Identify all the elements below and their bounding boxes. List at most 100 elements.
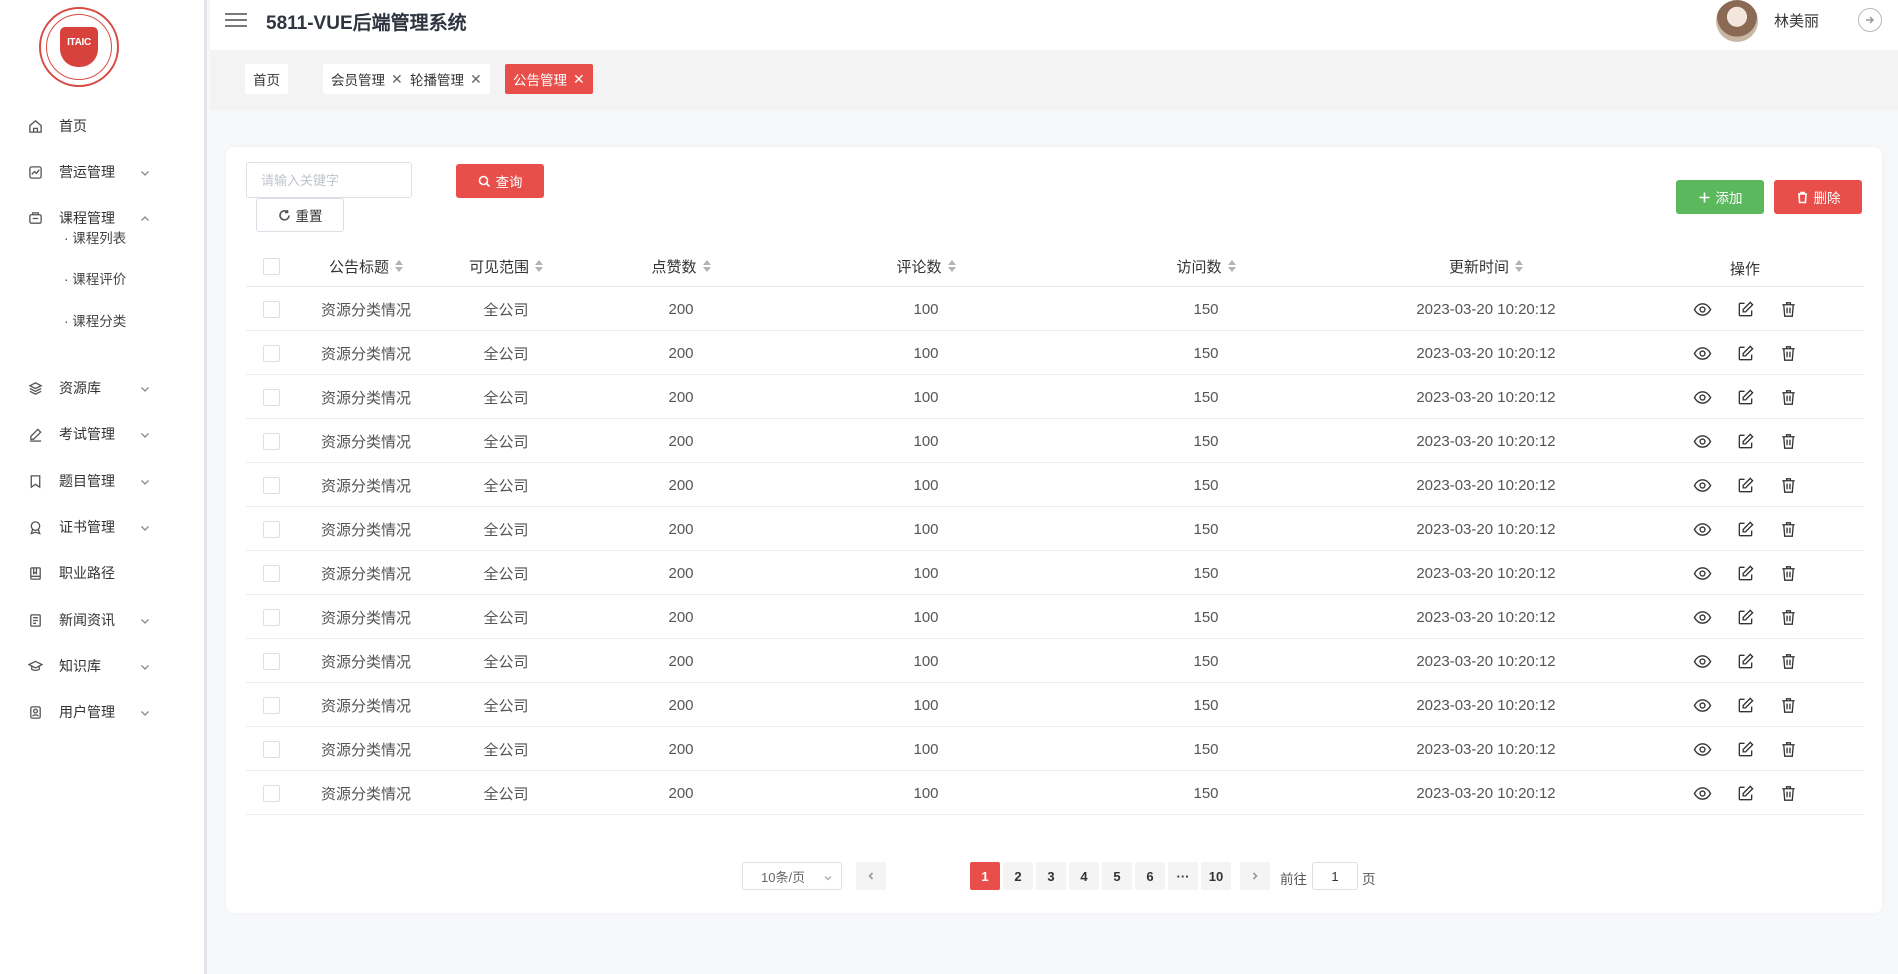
page-button[interactable]: 5 [1102,862,1132,890]
page-ellipsis[interactable]: ··· [1168,862,1198,890]
view-eye-icon[interactable] [1691,386,1713,408]
trash-icon[interactable] [1777,606,1799,628]
tab-1[interactable]: 会员管理 ✕ [323,64,411,94]
close-icon[interactable]: ✕ [391,71,403,88]
view-eye-icon[interactable] [1691,342,1713,364]
table-row[interactable]: 资源分类情况 全公司 200 100 150 2023-03-20 10:20:12 [246,595,1864,639]
view-eye-icon[interactable] [1691,650,1713,672]
view-eye-icon[interactable] [1691,738,1713,760]
row-checkbox[interactable] [262,652,280,670]
view-eye-icon[interactable] [1691,606,1713,628]
edit-icon[interactable] [1734,606,1756,628]
tab-0[interactable]: 首页 [245,64,288,94]
sort-icon[interactable] [1515,260,1523,272]
edit-icon[interactable] [1734,386,1756,408]
view-eye-icon[interactable] [1691,518,1713,540]
table-row[interactable]: 资源分类情况 全公司 200 100 150 2023-03-20 10:20:12 [246,287,1864,331]
row-checkbox[interactable] [262,784,280,802]
table-row[interactable]: 资源分类情况 全公司 200 100 150 2023-03-20 10:20:12 [246,507,1864,551]
view-eye-icon[interactable] [1691,782,1713,804]
header-visits[interactable]: 访问数 [1066,245,1346,287]
add-button[interactable]: 添加 [1676,180,1764,214]
page-size-select[interactable]: 10条/页 [742,862,842,890]
sidebar-item-4[interactable]: 考试管理 [0,410,204,458]
edit-icon[interactable] [1734,430,1756,452]
sort-icon[interactable] [1227,260,1236,272]
select-all-checkbox[interactable] [262,257,280,275]
header-likes[interactable]: 点赞数 [576,245,786,287]
trash-icon[interactable] [1777,298,1799,320]
page-button[interactable]: 10 [1201,862,1231,890]
row-checkbox[interactable] [262,388,280,406]
table-row[interactable]: 资源分类情况 全公司 200 100 150 2023-03-20 10:20:12 [246,419,1864,463]
edit-icon[interactable] [1734,694,1756,716]
table-row[interactable]: 资源分类情况 全公司 200 100 150 2023-03-20 10:20:12 [246,551,1864,595]
header-scope[interactable]: 可见范围 [436,245,576,287]
delete-button[interactable]: 删除 [1774,180,1862,214]
user-name[interactable]: 林美丽 [1774,10,1819,31]
sidebar-item-5[interactable]: 题目管理 [0,457,204,505]
trash-icon[interactable] [1777,782,1799,804]
sort-icon[interactable] [535,260,543,272]
tab-2[interactable]: 轮播管理 ✕ [402,64,490,94]
page-button[interactable]: 3 [1036,862,1066,890]
sidebar-item-10[interactable]: 用户管理 [0,688,204,736]
next-page-button[interactable] [1240,862,1270,890]
table-row[interactable]: 资源分类情况 全公司 200 100 150 2023-03-20 10:20:12 [246,727,1864,771]
close-icon[interactable]: ✕ [573,71,585,88]
trash-icon[interactable] [1777,342,1799,364]
row-checkbox[interactable] [262,520,280,538]
trash-icon[interactable] [1777,430,1799,452]
sort-icon[interactable] [702,260,711,272]
trash-icon[interactable] [1777,474,1799,496]
trash-icon[interactable] [1777,386,1799,408]
view-eye-icon[interactable] [1691,694,1713,716]
search-input[interactable] [246,162,412,198]
logout-icon[interactable] [1858,8,1882,32]
view-eye-icon[interactable] [1691,298,1713,320]
table-row[interactable]: 资源分类情况 全公司 200 100 150 2023-03-20 10:20:12 [246,771,1864,815]
edit-icon[interactable] [1734,342,1756,364]
trash-icon[interactable] [1777,650,1799,672]
row-checkbox[interactable] [262,696,280,714]
trash-icon[interactable] [1777,694,1799,716]
prev-page-button[interactable] [856,862,886,890]
edit-icon[interactable] [1734,298,1756,320]
view-eye-icon[interactable] [1691,562,1713,584]
row-checkbox[interactable] [262,344,280,362]
edit-icon[interactable] [1734,738,1756,760]
tab-3[interactable]: 公告管理 ✕ [505,64,593,94]
reset-button[interactable]: 重置 [256,198,344,232]
sort-icon[interactable] [947,260,956,272]
edit-icon[interactable] [1734,474,1756,496]
table-row[interactable]: 资源分类情况 全公司 200 100 150 2023-03-20 10:20:12 [246,375,1864,419]
row-checkbox[interactable] [262,564,280,582]
sidebar-item-8[interactable]: 新闻资讯 [0,596,204,644]
edit-icon[interactable] [1734,650,1756,672]
page-button[interactable]: 2 [1003,862,1033,890]
trash-icon[interactable] [1777,562,1799,584]
menu-toggle-icon[interactable] [225,10,247,30]
table-row[interactable]: 资源分类情况 全公司 200 100 150 2023-03-20 10:20:12 [246,683,1864,727]
sidebar-item-1[interactable]: 营运管理 [0,148,204,196]
sort-icon[interactable] [395,260,403,272]
trash-icon[interactable] [1777,518,1799,540]
close-icon[interactable]: ✕ [470,71,482,88]
page-button[interactable]: 4 [1069,862,1099,890]
row-checkbox[interactable] [262,432,280,450]
sidebar-subitem[interactable]: · 课程分类 [64,300,126,340]
query-button[interactable]: 查询 [456,164,544,198]
row-checkbox[interactable] [262,476,280,494]
goto-page-input[interactable] [1312,862,1358,890]
edit-icon[interactable] [1734,518,1756,540]
row-checkbox[interactable] [262,608,280,626]
sidebar-item-0[interactable]: 首页 [0,102,204,150]
view-eye-icon[interactable] [1691,474,1713,496]
sidebar-subitem[interactable]: · 课程评价 [64,258,126,298]
sidebar-item-6[interactable]: 证书管理 [0,503,204,551]
sidebar-item-3[interactable]: 资源库 [0,364,204,412]
sidebar-item-7[interactable]: 职业路径 [0,549,204,597]
edit-icon[interactable] [1734,782,1756,804]
header-comments[interactable]: 评论数 [786,245,1066,287]
avatar[interactable] [1716,0,1758,42]
